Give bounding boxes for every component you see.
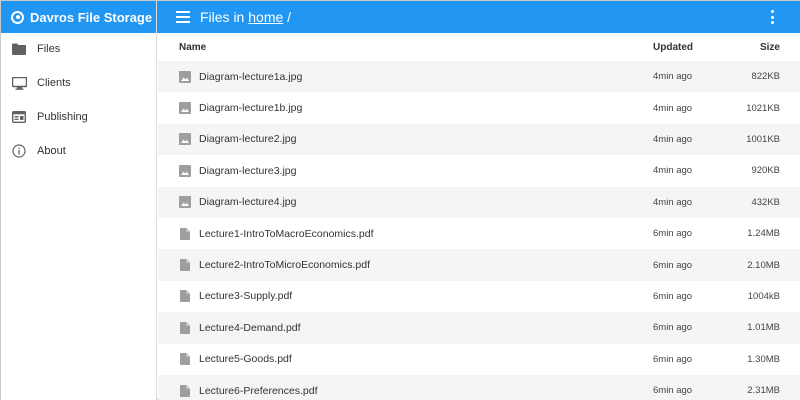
document-icon: [179, 321, 191, 334]
image-icon: [179, 196, 191, 209]
file-updated-cell: 6min ago: [653, 385, 693, 397]
file-size-cell: 1004kB: [747, 290, 780, 302]
image-icon: [179, 70, 191, 83]
davros-logo-icon: [11, 10, 24, 24]
file-name-link[interactable]: Lecture5-Goods.pdf: [199, 353, 292, 365]
file-size-cell: 1.01MB: [747, 322, 780, 334]
file-updated-cell: 4min ago: [653, 133, 693, 145]
file-updated-cell: 4min ago: [653, 165, 693, 177]
file-updated-cell: 6min ago: [653, 259, 693, 271]
web-icon: [11, 109, 27, 125]
brand-header[interactable]: Davros File Storage: [1, 1, 156, 33]
file-updated-cell: 4min ago: [653, 71, 693, 83]
file-name-cell: Diagram-lecture2.jpg: [158, 133, 630, 146]
column-header-size[interactable]: Size: [710, 42, 800, 53]
sidebar-item-label: Clients: [37, 77, 71, 89]
document-icon: [179, 227, 191, 240]
file-updated-cell: 6min ago: [653, 322, 693, 334]
file-name-link[interactable]: Lecture6-Preferences.pdf: [199, 385, 317, 397]
app-title: Davros File Storage: [30, 9, 153, 25]
file-size-cell: 822KB: [751, 71, 780, 83]
file-size-cell: 920KB: [751, 165, 780, 177]
table-row[interactable]: Lecture1-IntroToMacroEconomics.pdf 6min a…: [158, 217, 800, 250]
image-icon: [179, 133, 191, 146]
page-title: Files in home /: [200, 9, 291, 25]
breadcrumb-home-link[interactable]: home: [248, 9, 283, 25]
table-row[interactable]: Lecture6-Preferences.pdf 6min ago 2.31MB: [158, 374, 800, 400]
file-updated-cell: 4min ago: [653, 196, 693, 208]
file-name-link[interactable]: Diagram-lecture1a.jpg: [199, 71, 302, 83]
file-updated-cell: 6min ago: [653, 290, 693, 302]
table-row[interactable]: Lecture4-Demand.pdf 6min ago 1.01MB: [158, 312, 800, 344]
column-header-name[interactable]: Name: [158, 42, 630, 53]
table-row[interactable]: Lecture5-Goods.pdf 6min ago 1.30MB: [158, 343, 800, 375]
file-size-cell: 432KB: [751, 196, 780, 208]
table-row[interactable]: Diagram-lecture3.jpg 4min ago 920KB: [158, 155, 800, 187]
file-size-cell: 2.10MB: [747, 259, 780, 271]
file-size-cell: 1.24MB: [747, 228, 780, 240]
file-name-link[interactable]: Diagram-lecture4.jpg: [199, 196, 296, 208]
file-name-cell: Diagram-lecture4.jpg: [158, 196, 630, 209]
file-size-cell: 1001KB: [746, 133, 780, 145]
table-row[interactable]: Lecture3-Supply.pdf 6min ago 1004kB: [158, 280, 800, 313]
breadcrumb-separator: /: [287, 9, 292, 25]
column-header-updated[interactable]: Updated: [630, 42, 710, 53]
file-name-cell: Lecture2-IntroToMicroEconomics.pdf: [158, 259, 630, 272]
image-icon: [179, 102, 191, 115]
file-updated-cell: 6min ago: [653, 228, 693, 240]
table-header: Name Updated Size: [158, 33, 800, 61]
top-app-bar: Files in home /: [157, 1, 800, 33]
monitor-icon: [11, 75, 27, 91]
document-icon: [179, 353, 191, 366]
image-icon: [179, 164, 191, 177]
sidebar-item-clients[interactable]: Clients: [1, 66, 156, 100]
file-name-cell: Lecture6-Preferences.pdf: [158, 384, 630, 397]
sidebar-item-publishing[interactable]: Publishing: [1, 100, 156, 134]
folder-icon: [11, 41, 27, 57]
file-name-cell: Diagram-lecture3.jpg: [158, 164, 630, 177]
hamburger-menu-icon[interactable]: [176, 11, 190, 23]
document-icon: [179, 259, 191, 272]
file-list: Name Updated Size Diagram-lecture1a.jpg 4…: [158, 33, 800, 400]
info-icon: [11, 143, 27, 159]
sidebar-item-files[interactable]: Files: [1, 32, 156, 66]
file-name-link[interactable]: Lecture3-Supply.pdf: [199, 290, 292, 302]
file-name-link[interactable]: Lecture2-IntroToMicroEconomics.pdf: [199, 259, 370, 271]
file-name-link[interactable]: Diagram-lecture1b.jpg: [199, 102, 302, 114]
table-row[interactable]: Diagram-lecture1b.jpg 4min ago 1021KB: [158, 92, 800, 124]
file-size-cell: 2.31MB: [747, 385, 780, 397]
table-row[interactable]: Diagram-lecture2.jpg 4min ago 1001KB: [158, 123, 800, 156]
file-name-link[interactable]: Lecture1-IntroToMacroEconomics.pdf: [199, 228, 374, 240]
file-size-cell: 1021KB: [746, 102, 780, 114]
sidebar-item-label: About: [37, 145, 66, 157]
file-name-cell: Lecture5-Goods.pdf: [158, 353, 630, 366]
more-vert-icon[interactable]: [771, 10, 775, 24]
file-name-link[interactable]: Lecture4-Demand.pdf: [199, 322, 301, 334]
table-row[interactable]: Lecture2-IntroToMicroEconomics.pdf 6min a…: [158, 249, 800, 281]
sidebar-item-label: Files: [37, 43, 61, 55]
file-name-cell: Diagram-lecture1b.jpg: [158, 102, 630, 115]
table-row[interactable]: Diagram-lecture1a.jpg 4min ago 822KB: [158, 61, 800, 93]
table-row[interactable]: Diagram-lecture4.jpg 4min ago 432KB: [158, 186, 800, 218]
app-window: Davros File Storage Files Clients Publis…: [0, 0, 800, 400]
sidebar-item-about[interactable]: About: [1, 134, 156, 168]
file-updated-cell: 4min ago: [653, 102, 693, 114]
file-name-cell: Diagram-lecture1a.jpg: [158, 70, 630, 83]
sidebar-item-label: Publishing: [37, 111, 88, 123]
document-icon: [179, 384, 191, 397]
file-name-cell: Lecture1-IntroToMacroEconomics.pdf: [158, 227, 630, 240]
sidebar: Davros File Storage Files Clients Publis…: [1, 1, 157, 400]
file-name-link[interactable]: Diagram-lecture2.jpg: [199, 133, 296, 145]
document-icon: [179, 290, 191, 303]
title-prefix: Files in: [200, 9, 245, 25]
file-size-cell: 1.30MB: [747, 353, 780, 365]
file-name-cell: Lecture4-Demand.pdf: [158, 321, 630, 334]
file-name-link[interactable]: Diagram-lecture3.jpg: [199, 165, 296, 177]
table-body: Diagram-lecture1a.jpg 4min ago 822KB Diagra…: [158, 61, 800, 400]
file-updated-cell: 6min ago: [653, 353, 693, 365]
file-name-cell: Lecture3-Supply.pdf: [158, 290, 630, 303]
